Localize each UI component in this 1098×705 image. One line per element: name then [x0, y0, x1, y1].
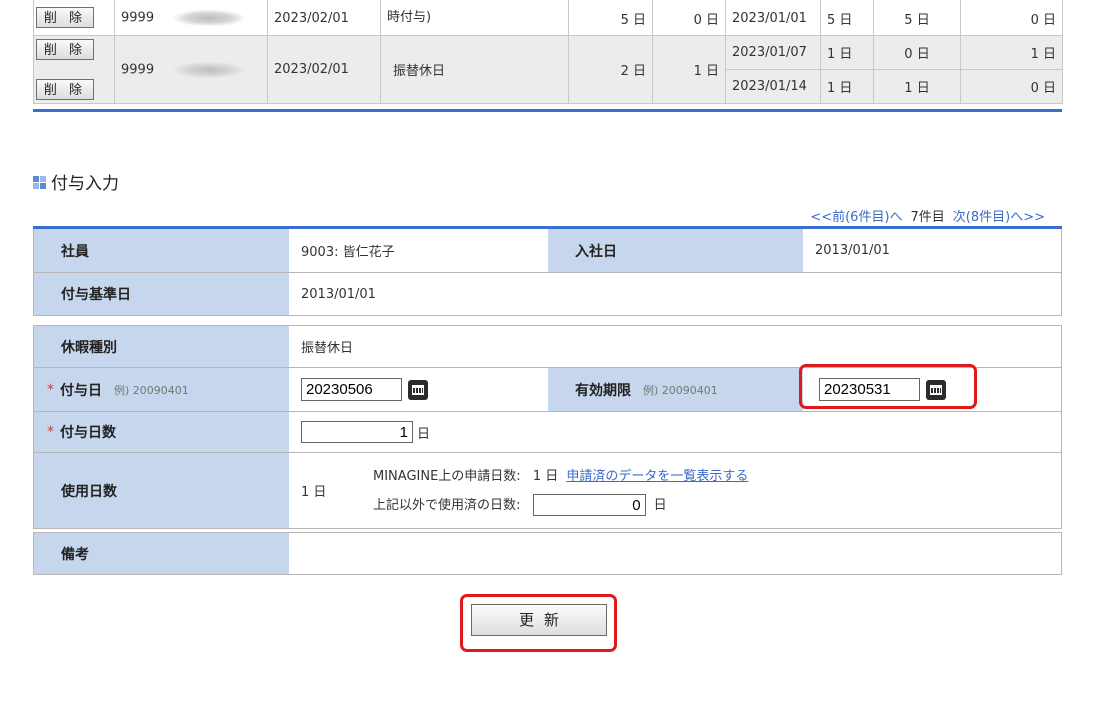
other-used-input[interactable]: 0 — [532, 494, 646, 517]
notes-row: 備考 — [34, 533, 1061, 574]
detail-days-cell: 0 日 — [960, 0, 1063, 36]
detail-days-cell: 1 日 — [873, 69, 961, 104]
employee-label: 社員 — [34, 229, 289, 272]
detail-date-cell: 2023/01/01 — [725, 0, 821, 36]
grant-date-cell: 2023/02/01 — [267, 35, 381, 104]
detail-days-cell: 0 日 — [873, 35, 961, 70]
base-date-row: 付与基準日 2013/01/01 — [34, 272, 1061, 315]
grant-days-input[interactable]: 1 — [301, 421, 413, 443]
join-date-value: 2013/01/01 — [815, 243, 890, 258]
expiry-highlight — [799, 364, 977, 409]
other-used-label: 上記以外で使用済の日数: — [373, 497, 521, 513]
employee-id-cell: 9999 — [114, 35, 268, 104]
detail-date-cell: 2023/01/14 — [725, 69, 821, 104]
join-date-label: 入社日 — [548, 229, 803, 272]
detail-days-cell: 1 日 — [960, 35, 1063, 70]
table-row: 削 除 削 除 9999 2023/02/01 振替休日 2 日 1 日 202… — [33, 35, 1063, 104]
detail-days-cell: 1 日 — [820, 69, 874, 104]
grant-date-label: * 付与日 例) 20090401 — [34, 368, 289, 411]
notes-panel: 備考 — [33, 532, 1062, 575]
delete-cell: 削 除 削 除 — [33, 35, 115, 104]
grant-date-cell: 2023/02/01 — [267, 0, 381, 36]
expiry-example: 例) 20090401 — [643, 383, 718, 397]
show-applications-link[interactable]: 申請済のデータを一覧表示する — [566, 469, 748, 484]
grant-history-table: 削 除 9999 2023/02/01 ツレッシュ休暇(在時付与) 5 日 0 … — [33, 0, 1063, 104]
detail-date-cell: 2023/01/07 — [725, 35, 821, 70]
leave-type-cell: 振替休日 — [380, 35, 569, 104]
leave-type-cell: ツレッシュ休暇(在時付与) — [380, 0, 569, 36]
section-title: 付与入力 — [33, 169, 119, 194]
delete-button[interactable]: 削 除 — [36, 7, 94, 28]
base-date-value: 2013/01/01 — [301, 286, 376, 302]
day-unit: 日 — [417, 426, 431, 442]
leave-type-row: 休暇種別 振替休日 — [34, 326, 1061, 367]
required-mark: * — [47, 424, 54, 440]
grant-days-label: * 付与日数 — [34, 412, 289, 452]
used-days-value: 1 日 — [301, 485, 327, 500]
blurred-name — [174, 61, 245, 78]
used-days-cell: 1 日 — [652, 35, 726, 104]
blurred-name — [174, 10, 245, 26]
table-row: 削 除 9999 2023/02/01 ツレッシュ休暇(在時付与) 5 日 0 … — [33, 0, 1063, 36]
expiry-label: 有効期限 例) 20090401 — [548, 368, 803, 411]
detail-days-cell: 0 日 — [960, 69, 1063, 104]
grant-days-field-cell: 1日 — [289, 412, 430, 452]
notes-label: 備考 — [34, 533, 289, 574]
grant-date-example: 例) 20090401 — [114, 383, 189, 397]
granted-days-cell: 5 日 — [568, 0, 653, 36]
leave-type-label: 休暇種別 — [34, 326, 289, 367]
employee-info-panel: 社員 9003: 皆仁花子 入社日 2013/01/01 付与基準日 2013/… — [33, 229, 1062, 316]
employee-value: 9003: 皆仁花子 — [301, 245, 395, 260]
detail-days-cell: 5 日 — [873, 0, 961, 36]
section-square-icon — [33, 176, 47, 190]
notes-value[interactable] — [289, 533, 301, 574]
grant-days-row: * 付与日数 1日 — [34, 411, 1061, 452]
used-days-cell: 0 日 — [652, 0, 726, 36]
detail-days-cell: 5 日 — [820, 0, 874, 36]
used-days-row: 使用日数 1 日 MINAGINE上の申請日数: 1 日 申請済のデータを一覧表… — [34, 452, 1061, 528]
next-record-link[interactable]: 次(8件目)へ>> — [953, 210, 1045, 225]
used-days-detail: MINAGINE上の申請日数: 1 日 申請済のデータを一覧表示する 上記以外で… — [373, 453, 748, 528]
granted-days-cell: 2 日 — [568, 35, 653, 104]
base-date-label: 付与基準日 — [34, 273, 289, 315]
leave-type-value: 振替休日 — [301, 341, 354, 356]
grant-date-field-cell: 20230506 — [289, 368, 548, 411]
current-record: 7件目 — [910, 210, 945, 225]
used-days-label: 使用日数 — [34, 453, 289, 528]
employee-id-cell: 9999 — [114, 0, 268, 36]
table-bottom-rule — [33, 109, 1062, 112]
minagine-days-value: 1 日 — [532, 468, 559, 484]
delete-cell: 削 除 — [33, 0, 115, 36]
required-mark: * — [47, 381, 54, 398]
minagine-days-label: MINAGINE上の申請日数: — [373, 468, 521, 484]
grant-input-panel: 休暇種別 振替休日 * 付与日 例) 20090401 20230506 有効期限例… — [33, 325, 1062, 529]
prev-record-link[interactable]: <<前(6件目)へ — [810, 210, 902, 225]
employee-row: 社員 9003: 皆仁花子 入社日 2013/01/01 — [34, 229, 1061, 272]
detail-days-cell: 1 日 — [820, 35, 874, 70]
delete-button[interactable]: 削 除 — [36, 79, 94, 100]
grant-date-input[interactable]: 20230506 — [301, 378, 402, 401]
day-unit: 日 — [653, 497, 667, 513]
update-highlight — [460, 594, 617, 652]
delete-button[interactable]: 削 除 — [36, 39, 94, 60]
calendar-icon[interactable] — [408, 379, 428, 400]
record-pager: <<前(6件目)へ 7件目 次(8件目)へ>> — [810, 206, 1045, 225]
